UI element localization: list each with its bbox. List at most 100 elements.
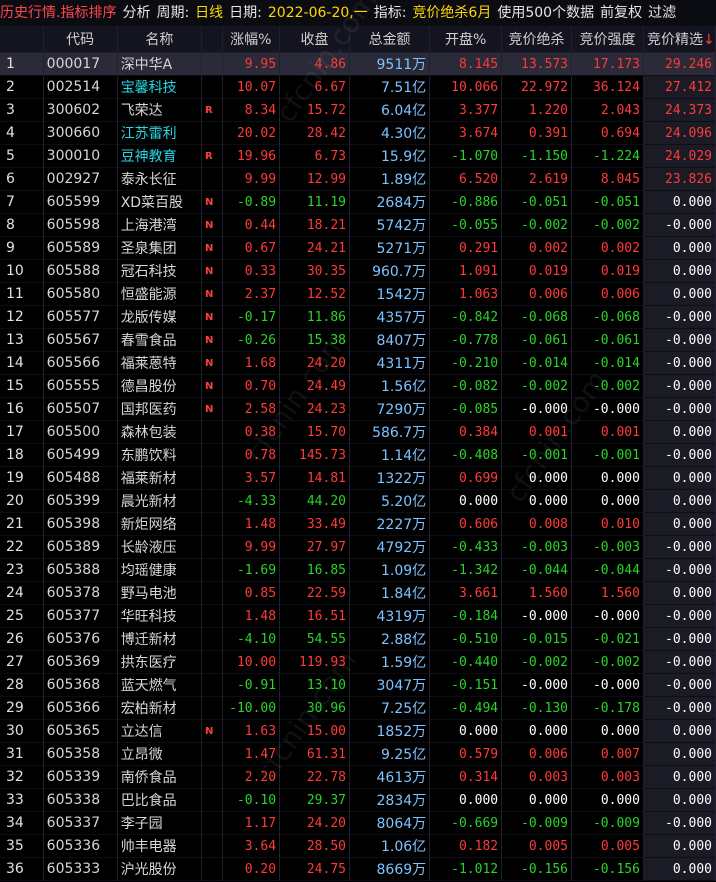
column-header[interactable]: 名称 [117,26,202,53]
column-header[interactable]: 开盘% [429,26,503,53]
table-row[interactable]: 1 000017 深中华A 9.95 4.86 9511万 8.145 13.573 17.17… [0,52,716,76]
toolbar-item[interactable]: 指标: [374,0,407,26]
table-row[interactable]: 21 605398 新炬网络 1.48 33.49 2227万 0.606 0.008 0.01… [0,512,716,536]
table-row[interactable]: 30 605365 立达信 N 1.63 15.00 1852万 0.000 0.000 0.00… [0,719,716,743]
column-header[interactable]: 竞价绝杀 [501,26,572,53]
table-row[interactable]: 19 605488 福莱新材 3.57 14.81 1322万 0.699 0.000 0.00… [0,466,716,490]
table-row[interactable]: 17 605500 森林包装 0.38 15.70 586.7万 0.384 0.001 0.0… [0,420,716,444]
toolbar-item[interactable]: 使用500个数据 [497,0,594,26]
auction-strength-value: -0.003 [571,535,644,559]
column-header[interactable]: 总金额 [349,26,431,53]
table-row[interactable]: 2 002514 宝馨科技 10.07 6.67 7.51亿 10.066 22.972 36.… [0,75,716,99]
table-row[interactable]: 36 605333 沪光股份 0.20 24.75 8669万 -1.012 -0.156 -0… [0,857,716,881]
toolbar-item[interactable]: 历史行情.指标排序 [0,0,116,26]
column-header[interactable]: 竞价精选↓ [643,26,716,53]
auction-strength-value: -0.051 [571,190,644,214]
auction-kill-value: 22.972 [501,75,572,99]
table-row[interactable]: 6 002927 泰永长征 9.99 12.99 1.89亿 6.520 2.619 8.045… [0,167,716,191]
row-index: 21 [0,512,44,536]
open-pct: -0.842 [429,305,503,329]
open-pct: -1.342 [429,558,503,582]
auction-kill-value: 1.220 [501,98,572,122]
table-row[interactable]: 8 605598 上海港湾 N 0.44 18.21 5742万 -0.055 -0.002 -0… [0,213,716,237]
toolbar-item[interactable]: 2022-06-20,一 [268,0,368,26]
open-pct: 0.291 [429,236,503,260]
table-row[interactable]: 33 605338 巴比食品 -0.10 29.37 2834万 0.000 0.000 0.0… [0,788,716,812]
table-row[interactable]: 31 605358 立昂微 1.47 61.31 9.25亿 0.579 0.006 0.007… [0,742,716,766]
stock-name: 圣泉集团 [117,236,202,260]
table-row[interactable]: 14 605566 福莱蒽特 N 1.68 24.20 4311万 -0.210 -0.014-… [0,351,716,375]
open-pct: -0.210 [429,351,503,375]
auction-kill-value: -0.001 [501,443,572,467]
auction-kill-value: 0.008 [501,512,572,536]
table-row[interactable]: 11 605580 恒盛能源 N 2.37 12.52 1542万 1.063 0.006 0.0… [0,282,716,306]
table-row[interactable]: 26 605376 博迁新材 -4.10 54.55 2.88亿 -0.510 -0.015-… [0,627,716,651]
change-pct: 0.33 [222,259,281,283]
sort-desc-icon[interactable]: ↓ [703,32,715,48]
table-row[interactable]: 9 605589 圣泉集团 N 0.67 24.21 5271万 0.291 0.002 0.00… [0,236,716,260]
open-pct: 8.145 [429,52,503,76]
auction-kill-value: 0.002 [501,236,572,260]
auction-select-value: -0.000 [643,558,716,582]
stock-code: 605567 [43,328,118,352]
toolbar-item[interactable]: 日线 [195,0,223,26]
auction-strength-value: 1.560 [571,581,644,605]
open-pct: -0.778 [429,328,503,352]
toolbar-item[interactable]: 周期: [156,0,189,26]
stock-name: 晨光新材 [117,489,202,513]
table-row[interactable]: 18 605499 东鹏饮料 0.78 145.73 1.14亿 -0.408 -0.001-… [0,443,716,467]
row-index: 4 [0,121,44,145]
table-row[interactable]: 13 605567 春雪食品 N -0.26 15.38 8407万 -0.778 -0.061… [0,328,716,352]
table-row[interactable]: 34 605337 李子园 1.17 24.20 8064万 -0.669 -0.009 -0.… [0,811,716,835]
column-header[interactable]: 涨幅% [222,26,281,53]
column-header[interactable]: 代码 [43,26,118,53]
table-row[interactable]: 15 605555 德昌股份 N 0.70 24.49 1.56亿 -0.082 -0.002-… [0,374,716,398]
table-row[interactable]: 23 605388 均瑶健康 -1.69 16.85 1.09亿 -1.342 -0.044-… [0,558,716,582]
auction-strength-value: 0.000 [571,466,644,490]
table-row[interactable]: 27 605369 拱东医疗 10.00 119.93 1.59亿 -0.440 -0.002… [0,650,716,674]
status-badge [201,121,223,145]
toolbar-item[interactable]: 前复权 [600,0,642,26]
column-header[interactable] [0,26,44,53]
status-badge: R [201,98,223,122]
table-row[interactable]: 5 300010 豆神教育 R 19.96 6.73 15.9亿 -1.070 -1.150 -1… [0,144,716,168]
auction-kill-value: -1.150 [501,144,572,168]
stock-name: 宝馨科技 [117,75,202,99]
column-header-label: 竞价精选 [646,32,703,48]
table-row[interactable]: 7 605599 XD菜百股 N -0.89 11.19 2684万 -0.886 -0.051… [0,190,716,214]
table-row[interactable]: 12 605577 龙版传媒 N -0.17 11.86 4357万 -0.842 -0.068… [0,305,716,329]
table-row[interactable]: 25 605377 华旺科技 1.48 16.51 4319万 -0.184 -0.000 -0… [0,604,716,628]
table-row[interactable]: 29 605366 宏柏新材 -10.00 30.96 7.25亿 -0.494 -0.130… [0,696,716,720]
stock-code: 300602 [43,98,118,122]
toolbar-item[interactable]: 日期: [229,0,262,26]
auction-kill-value: 0.006 [501,282,572,306]
toolbar-item[interactable]: 竞价绝杀6月 [412,0,491,26]
toolbar-item[interactable]: 分析 [122,0,150,26]
row-index: 1 [0,52,44,76]
table-row[interactable]: 4 300660 江苏雷利 20.02 28.42 4.30亿 3.674 0.391 0.69… [0,121,716,145]
table-row[interactable]: 24 605378 野马电池 0.85 22.59 1.84亿 3.661 1.560 1.56… [0,581,716,605]
row-index: 27 [0,650,44,674]
auction-select-value: -0.000 [643,604,716,628]
auction-strength-value: -0.021 [571,627,644,651]
status-badge: N [201,213,223,237]
auction-strength-value: -0.000 [571,604,644,628]
table-row[interactable]: 35 605336 帅丰电器 3.64 28.50 1.06亿 0.182 0.005 0.00… [0,834,716,858]
table-row[interactable]: 20 605399 晨光新材 -4.33 44.20 5.20亿 0.000 0.000 0.0… [0,489,716,513]
column-header[interactable] [201,26,223,53]
column-header[interactable]: 收盘 [279,26,350,53]
turnover-amount: 9511万 [349,52,431,76]
stock-code: 000017 [43,52,118,76]
row-index: 3 [0,98,44,122]
row-index: 2 [0,75,44,99]
toolbar-item[interactable]: 过滤 [648,0,676,26]
auction-select-value: 0.000 [643,236,716,260]
table-row[interactable]: 3 300602 飞荣达 R 8.34 15.72 6.04亿 3.377 1.220 2.043… [0,98,716,122]
table-row[interactable]: 28 605368 蓝天燃气 -0.91 13.10 3047万 -0.151 -0.000-… [0,673,716,697]
table-row[interactable]: 32 605339 南侨食品 2.20 22.78 4613万 0.314 0.003 0.00… [0,765,716,789]
table-row[interactable]: 22 605389 长龄液压 9.99 27.97 4792万 -0.433 -0.003 -0… [0,535,716,559]
column-header[interactable]: 竞价强度 [571,26,644,53]
table-row[interactable]: 10 605588 冠石科技 N 0.33 30.35 960.7万 1.091 0.019 0.… [0,259,716,283]
table-row[interactable]: 16 605507 国邦医药 N 2.58 24.23 7290万 -0.085 -0.000-… [0,397,716,421]
column-header-label: 总金额 [368,32,411,48]
